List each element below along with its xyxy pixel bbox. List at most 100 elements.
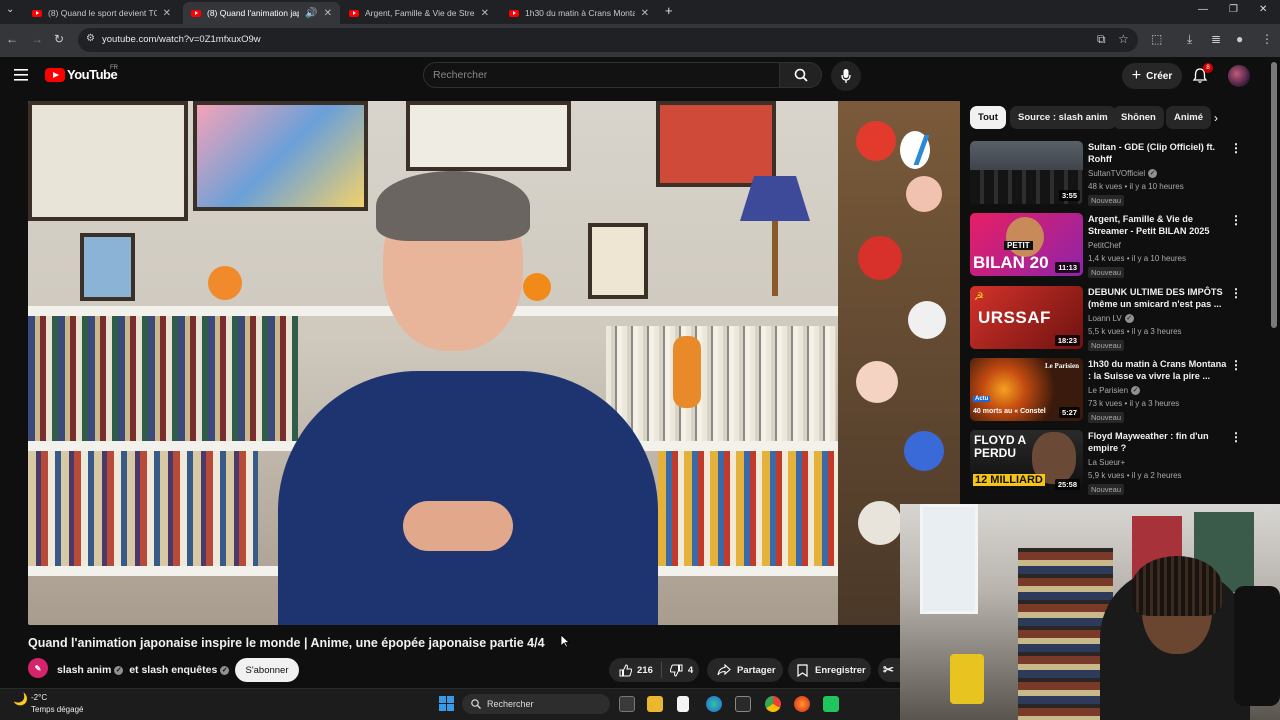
- close-tab-icon[interactable]: ✕: [641, 8, 649, 19]
- file-explorer-icon[interactable]: [647, 696, 663, 712]
- dislike-button[interactable]: 4: [662, 664, 701, 677]
- mute-tab-icon[interactable]: 🔊: [305, 8, 317, 19]
- chip-shonen[interactable]: Shōnen: [1113, 106, 1164, 129]
- recommendation-title[interactable]: Floyd Mayweather : fin d'un empire ?: [1088, 430, 1228, 454]
- chip-source-slash-anim[interactable]: Source : slash anim: [1010, 106, 1116, 129]
- video-thumbnail[interactable]: PETIT BILAN 20 11:13: [970, 213, 1083, 276]
- close-tab-icon[interactable]: ✕: [481, 8, 489, 19]
- site-info-icon[interactable]: ⚙: [86, 33, 95, 44]
- chrome-icon[interactable]: [765, 696, 781, 712]
- extensions-icon[interactable]: ⬚: [1151, 32, 1162, 46]
- speaker-hair: [376, 171, 530, 241]
- recommendation-title[interactable]: DEBUNK ULTIME DES IMPÔTS (même un smicar…: [1088, 286, 1228, 310]
- youtube-logo-icon[interactable]: [45, 68, 65, 82]
- tab-3[interactable]: Argent, Famille & Vie de Streamer - Peti…: [341, 2, 497, 24]
- youtube-header: YouTube FR + Créer 8: [0, 57, 1280, 97]
- wall-frame: [588, 223, 648, 299]
- account-avatar[interactable]: [1228, 65, 1250, 87]
- wall-frame: [28, 101, 188, 221]
- tab-1[interactable]: (8) Quand le sport devient TOXIQUE ✕: [24, 2, 179, 24]
- collab-channel-link[interactable]: et slash enquêtes: [129, 664, 217, 676]
- more-options-icon[interactable]: ⋮: [1230, 430, 1242, 444]
- voice-search-button[interactable]: [831, 61, 861, 91]
- recommendation-item[interactable]: 3:55 Sultan - GDE (Clip Officiel) ft. Ro…: [970, 141, 1250, 207]
- create-button[interactable]: + Créer: [1122, 63, 1182, 89]
- recommendation-channel[interactable]: Loann LV ✓: [1088, 314, 1137, 324]
- region-code: FR: [110, 65, 118, 71]
- share-button[interactable]: Partager: [707, 658, 783, 682]
- recommendation-title[interactable]: 1h30 du matin à Crans Montana : la Suiss…: [1088, 358, 1228, 382]
- notepad-icon[interactable]: [677, 696, 689, 712]
- windows-start-icon[interactable]: [439, 696, 454, 711]
- browser-menu-icon[interactable]: ⋮: [1261, 32, 1273, 46]
- plush-toy: [858, 236, 902, 280]
- video-thumbnail[interactable]: ☭ URSSAF 18:23: [970, 286, 1083, 349]
- chip-all[interactable]: Tout: [970, 106, 1006, 129]
- minimize-icon[interactable]: —: [1198, 4, 1208, 15]
- new-tab-icon[interactable]: +: [665, 3, 673, 18]
- download-icon[interactable]: ⤓: [1187, 32, 1192, 47]
- bookmark-star-icon[interactable]: ☆: [1118, 32, 1129, 46]
- taskbar-search[interactable]: Rechercher: [462, 694, 610, 714]
- like-button[interactable]: 216: [609, 662, 662, 678]
- media-control-icon[interactable]: ≣: [1211, 32, 1221, 46]
- search-button[interactable]: [780, 62, 822, 88]
- close-tab-icon[interactable]: ✕: [324, 8, 332, 19]
- recommendation-channel[interactable]: PetitChef: [1088, 241, 1121, 250]
- channel-avatar[interactable]: ✎: [28, 658, 48, 678]
- subscribe-button[interactable]: S'abonner: [235, 658, 299, 682]
- firefox-icon[interactable]: [794, 696, 810, 712]
- profile-icon[interactable]: ●: [1236, 32, 1243, 46]
- more-options-icon[interactable]: ⋮: [1230, 358, 1242, 372]
- menu-icon[interactable]: [14, 69, 28, 81]
- like-count: 216: [637, 664, 653, 676]
- edge-icon[interactable]: [706, 696, 722, 712]
- clip-button[interactable]: ✂: [878, 658, 900, 682]
- notifications-button[interactable]: 8: [1192, 63, 1213, 86]
- chevron-right-icon[interactable]: ›: [1214, 111, 1218, 125]
- tab-2-active[interactable]: (8) Quand l'animation japonaise inspire …: [183, 2, 340, 24]
- tab-4[interactable]: 1h30 du matin à Crans Montana ✕: [501, 2, 657, 24]
- page-scrollbar[interactable]: [1271, 62, 1277, 328]
- recommendation-title[interactable]: Sultan - GDE (Clip Officiel) ft. Rohff: [1088, 141, 1228, 165]
- weather-description[interactable]: Temps dégagé: [31, 705, 83, 714]
- more-options-icon[interactable]: ⋮: [1230, 141, 1242, 155]
- video-thumbnail[interactable]: 3:55: [970, 141, 1083, 204]
- task-view-icon[interactable]: [619, 696, 635, 712]
- tab-2-title: (8) Quand l'animation japonaise inspire …: [207, 8, 299, 18]
- forward-icon[interactable]: →: [31, 32, 43, 46]
- more-options-icon[interactable]: ⋮: [1230, 213, 1242, 227]
- search-input[interactable]: [424, 63, 779, 87]
- recommendation-item[interactable]: ☭ URSSAF 18:23 DEBUNK ULTIME DES IMPÔTS …: [970, 286, 1250, 352]
- tab-search-icon[interactable]: ⌄: [6, 4, 14, 15]
- more-options-icon[interactable]: ⋮: [1230, 286, 1242, 300]
- reload-icon[interactable]: ↻: [54, 32, 64, 46]
- video-player[interactable]: [28, 101, 960, 625]
- video-thumbnail[interactable]: Le Parisien Actu 40 morts au « Constel 5…: [970, 358, 1083, 421]
- recommendation-channel[interactable]: SultanTVOfficiel ✓: [1088, 169, 1160, 179]
- app-icon[interactable]: [823, 696, 839, 712]
- save-button[interactable]: Enregistrer: [788, 658, 871, 682]
- store-icon[interactable]: [735, 696, 751, 712]
- recommendation-meta: 1,4 k vues • il y a 10 heures: [1088, 254, 1186, 263]
- recommendation-channel[interactable]: La Sueur+: [1088, 458, 1125, 467]
- chip-anime[interactable]: Animé: [1166, 106, 1212, 129]
- restore-icon[interactable]: ❐: [1229, 4, 1238, 15]
- close-window-icon[interactable]: ✕: [1259, 4, 1267, 15]
- thumbnail-text: URSSAF: [978, 308, 1051, 327]
- wall-frame: [406, 101, 571, 171]
- install-app-icon[interactable]: ⧉: [1097, 32, 1106, 47]
- video-thumbnail[interactable]: FLOYD A PERDU 12 MILLIARD 25:58: [970, 430, 1083, 493]
- close-tab-icon[interactable]: ✕: [163, 8, 171, 19]
- recommendation-item[interactable]: PETIT BILAN 20 11:13 Argent, Famille & V…: [970, 213, 1250, 279]
- recommendation-title[interactable]: Argent, Famille & Vie de Streamer - Peti…: [1088, 213, 1228, 237]
- channel-name-link[interactable]: slash anim: [57, 664, 111, 676]
- dislike-count: 4: [687, 664, 694, 676]
- recommendation-channel[interactable]: Le Parisien ✓: [1088, 386, 1143, 396]
- weather-temperature[interactable]: -2°C: [31, 693, 47, 702]
- recommendation-item[interactable]: FLOYD A PERDU 12 MILLIARD 25:58 Floyd Ma…: [970, 430, 1250, 496]
- back-icon[interactable]: ←: [6, 32, 18, 46]
- weather-icon[interactable]: 🌙: [13, 692, 28, 706]
- recommendation-item[interactable]: Le Parisien Actu 40 morts au « Constel 5…: [970, 358, 1250, 424]
- address-bar[interactable]: ⚙ youtube.com/watch?v=0Z1mfxuxO9w: [78, 28, 1138, 52]
